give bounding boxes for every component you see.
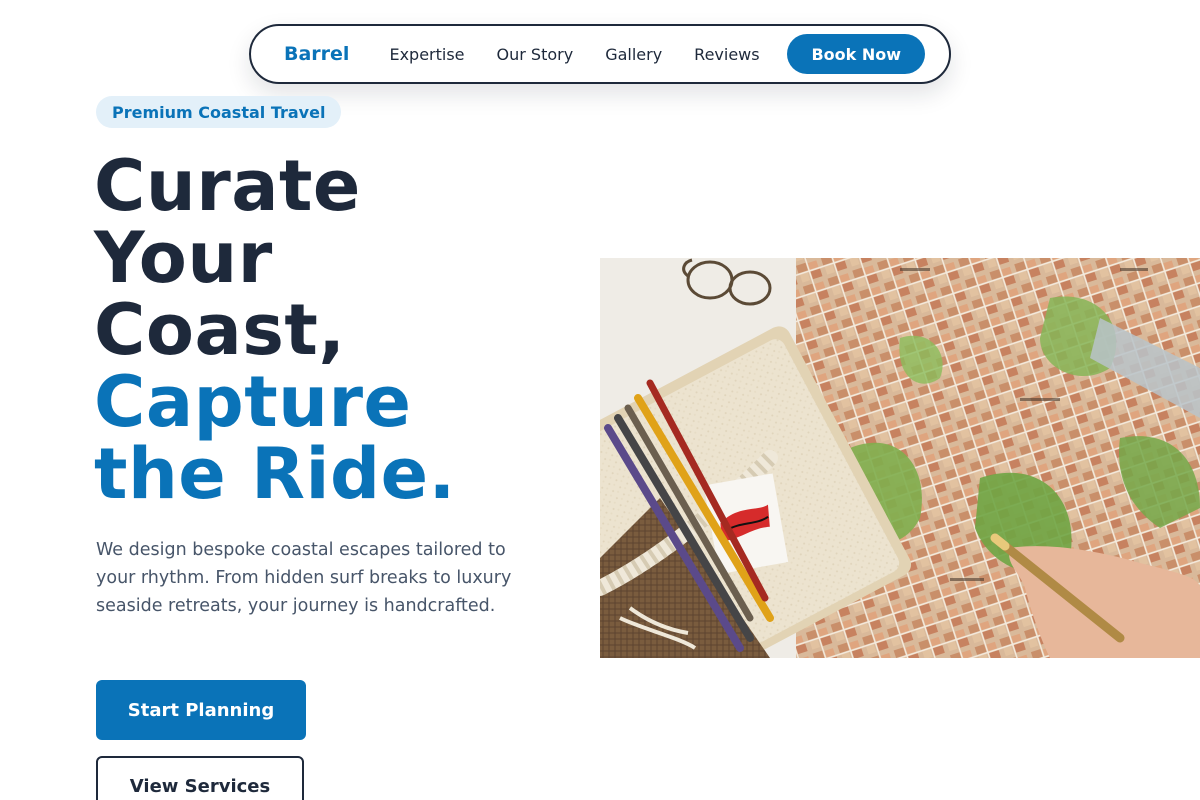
book-now-button[interactable]: Book Now [787,34,925,74]
map-photo-illustration [600,258,1200,658]
nav-link-our-story[interactable]: Our Story [497,45,574,64]
nav-link-expertise[interactable]: Expertise [389,45,464,64]
nav-link-gallery[interactable]: Gallery [605,45,662,64]
headline-accent-line: the Ride. [94,433,456,515]
headline-accent-line: Capture [94,361,412,443]
brand-logo[interactable]: Barrel [284,43,349,65]
nav-links: Expertise Our Story Gallery Reviews [389,45,759,64]
view-services-button[interactable]: View Services [96,756,304,800]
start-planning-button[interactable]: Start Planning [96,680,306,740]
hero-description: We design bespoke coastal escapes tailor… [96,540,512,616]
headline-line: Your [94,217,273,299]
landing-page: Barrel Expertise Our Story Gallery Revie… [0,0,1200,800]
hero-badge: Premium Coastal Travel [96,96,342,128]
top-nav: Barrel Expertise Our Story Gallery Revie… [249,24,951,84]
hero-headline: Curate Your Coast, Capture the Ride. [94,150,456,510]
hero-image [600,258,1200,658]
headline-line: Curate [94,145,361,227]
nav-link-reviews[interactable]: Reviews [694,45,759,64]
headline-line: Coast, [94,289,346,371]
